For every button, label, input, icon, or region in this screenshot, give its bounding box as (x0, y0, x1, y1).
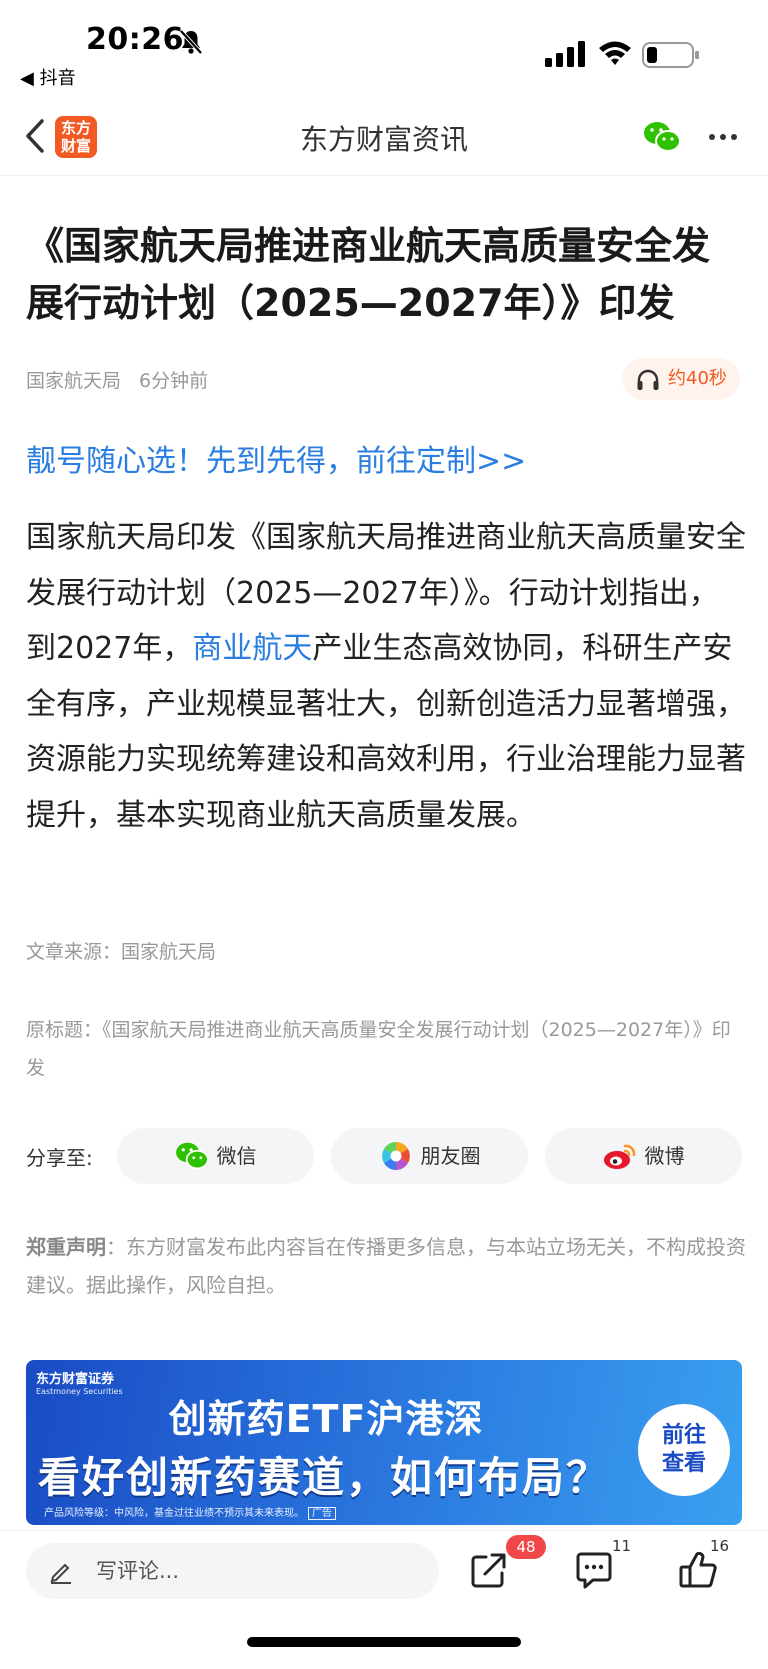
home-indicator[interactable] (247, 1637, 521, 1647)
weibo-icon (603, 1144, 635, 1169)
share-moments-button[interactable]: 朋友圈 (331, 1128, 528, 1184)
article-body: 国家航天局印发《国家航天局推进商业航天高质量安全发展行动计划（2025—2027… (26, 510, 746, 843)
signal-icon (545, 41, 585, 67)
disclaimer: 郑重声明：东方财富发布此内容旨在传播更多信息，与本站立场无关，不构成投资建议。据… (26, 1228, 746, 1304)
article-source-name: 国家航天局 (26, 370, 122, 392)
comment-icon[interactable] (573, 1549, 615, 1591)
ad-banner[interactable]: 东方财富证券 Eastmoney Securities 创新药ETF沪港深 看好… (26, 1360, 742, 1525)
pencil-icon (50, 1563, 71, 1584)
bottom-action-bar: 写评论... 48 11 16 (0, 1530, 768, 1669)
listen-button[interactable]: 约40秒 (622, 358, 740, 400)
article-source-line: 文章来源：国家航天局 (26, 941, 217, 963)
article-time-ago: 6分钟前 (139, 370, 209, 392)
ad-cta-button[interactable]: 前往 查看 (638, 1404, 730, 1496)
status-bar: 20:26 ◀ 抖音 (0, 0, 768, 100)
wechat-icon[interactable] (643, 120, 681, 154)
wifi-icon (599, 41, 631, 65)
ad-risk-text: 产品风险等级：中风险，基金过往业绩不预示其未来表现。 (44, 1508, 304, 1519)
article-headline: 《国家航天局推进商业航天高质量安全发展行动计划（2025—2027年）》印发 (26, 224, 711, 325)
ad-headline: 创新药ETF沪港深 (168, 1397, 484, 1441)
status-time: 20:26 (86, 22, 184, 57)
share-count-badge: 48 (506, 1535, 546, 1559)
original-title: 原标题：《国家航天局推进商业航天高质量安全发展行动计划（2025—2027年）》… (26, 1019, 731, 1079)
more-icon[interactable] (706, 120, 740, 154)
moments-icon (381, 1141, 410, 1170)
headphones-icon (637, 369, 659, 390)
ad-cta-line1: 前往 (661, 1423, 706, 1448)
ad-fine-print: 产品风险等级：中风险，基金过往业绩不预示其未来表现。 广告 (44, 1504, 336, 1520)
promo-link[interactable]: 靓号随心选！先到先得，前往定制>> (26, 436, 526, 480)
article-meta: 国家航天局 6分钟前 (26, 366, 208, 393)
share-label: 分享至: (26, 1146, 93, 1170)
ad-brand: 东方财富证券 (36, 1372, 115, 1387)
back-to-app-link[interactable]: ◀ 抖音 (20, 64, 76, 90)
share-wechat-label: 微信 (216, 1144, 257, 1168)
wechat-icon (175, 1142, 209, 1169)
share-icon[interactable] (468, 1549, 510, 1591)
commercial-aerospace-link[interactable]: 商业航天 (192, 631, 312, 666)
battery-icon (642, 42, 699, 68)
share-wechat-button[interactable]: 微信 (117, 1128, 314, 1184)
audio-duration: 约40秒 (668, 368, 727, 389)
share-weibo-label: 微博 (644, 1144, 685, 1168)
nav-bar: 东方财富 东方财富资讯 (0, 100, 768, 176)
ad-subheadline: 看好创新药赛道，如何布局？ (38, 1453, 611, 1502)
like-count: 16 (710, 1537, 730, 1555)
comment-input[interactable]: 写评论... (26, 1543, 439, 1599)
ad-cta-line2: 查看 (661, 1451, 706, 1476)
bell-off-icon (179, 29, 203, 55)
share-moments-label: 朋友圈 (420, 1144, 481, 1168)
ad-tag: 广告 (308, 1507, 336, 1520)
like-icon[interactable] (677, 1549, 719, 1591)
share-weibo-button[interactable]: 微博 (545, 1128, 742, 1184)
comment-placeholder: 写评论... (96, 1559, 180, 1583)
disclaimer-title: 郑重声明 (26, 1235, 106, 1259)
disclaimer-text: ：东方财富发布此内容旨在传播更多信息，与本站立场无关，不构成投资建议。据此操作，… (26, 1235, 746, 1297)
comment-count: 11 (612, 1537, 632, 1555)
